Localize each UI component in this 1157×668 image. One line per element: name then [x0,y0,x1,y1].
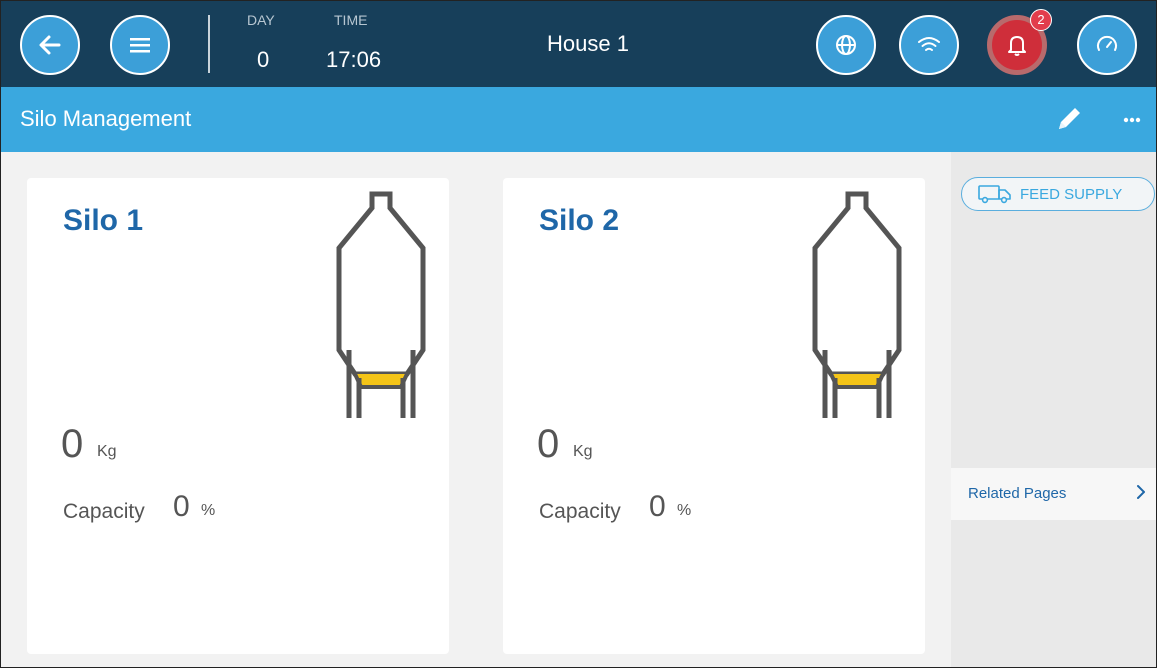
menu-button[interactable] [110,15,170,75]
time-value: 17:06 [326,47,382,72]
topbar-divider [208,15,210,73]
silo-name: Silo 1 [63,204,144,237]
back-button[interactable] [20,15,80,75]
gauge-icon [1097,35,1117,51]
more-icon [1123,117,1141,123]
silo-name: Silo 2 [539,204,620,237]
capacity-label: Capacity [63,500,145,523]
silo-amount-unit: Kg [97,443,117,460]
silo-amount: 0 [61,422,84,466]
menu-icon [130,38,150,53]
language-button[interactable] [816,15,876,75]
day-label: DAY [247,12,275,28]
back-arrow-icon [39,35,61,55]
silo-icon [336,191,426,418]
chevron-right-icon [1137,485,1145,499]
time-label: TIME [334,12,368,28]
more-options-button[interactable] [1118,107,1146,131]
page-header: Silo Management [1,87,1156,152]
pencil-icon [1059,108,1080,129]
feed-supply-label: FEED SUPPLY [1020,185,1123,203]
silo-card[interactable]: Silo 1 0 Kg Capacity 0 % [27,178,449,654]
bell-icon [1008,36,1026,56]
alarm-count-badge: 2 [1030,9,1052,31]
capacity-value: 0 [173,490,190,523]
wifi-icon [918,37,940,51]
capacity-unit: % [201,502,216,519]
truck-icon [978,185,1011,204]
related-pages-label: Related Pages [968,485,1067,502]
silo-card[interactable]: Silo 2 0 Kg Capacity 0 % [503,178,925,654]
page-title: Silo Management [20,106,192,131]
edit-button[interactable] [1053,103,1085,135]
app-window: DAY 0 TIME 17:06 House 1 2 Silo Manageme… [0,0,1157,668]
related-pages-link[interactable]: Related Pages [951,468,1156,520]
top-bar: DAY 0 TIME 17:06 House 1 2 [1,1,1156,87]
capacity-value: 0 [649,490,666,523]
silo-amount-unit: Kg [573,443,593,460]
globe-icon [836,35,856,55]
feed-supply-button[interactable]: FEED SUPPLY [961,177,1155,211]
house-title: House 1 [547,31,629,56]
capacity-label: Capacity [539,500,621,523]
right-sidebar: FEED SUPPLY Related Pages [951,152,1156,667]
silo-icon [812,191,902,418]
dashboard-button[interactable] [1077,15,1137,75]
silo-list: Silo 1 0 Kg Capacity 0 % Silo 2 0 Kg Cap… [1,152,951,667]
capacity-unit: % [677,502,692,519]
day-value: 0 [257,47,270,72]
silo-amount: 0 [537,422,560,466]
network-button[interactable] [899,15,959,75]
